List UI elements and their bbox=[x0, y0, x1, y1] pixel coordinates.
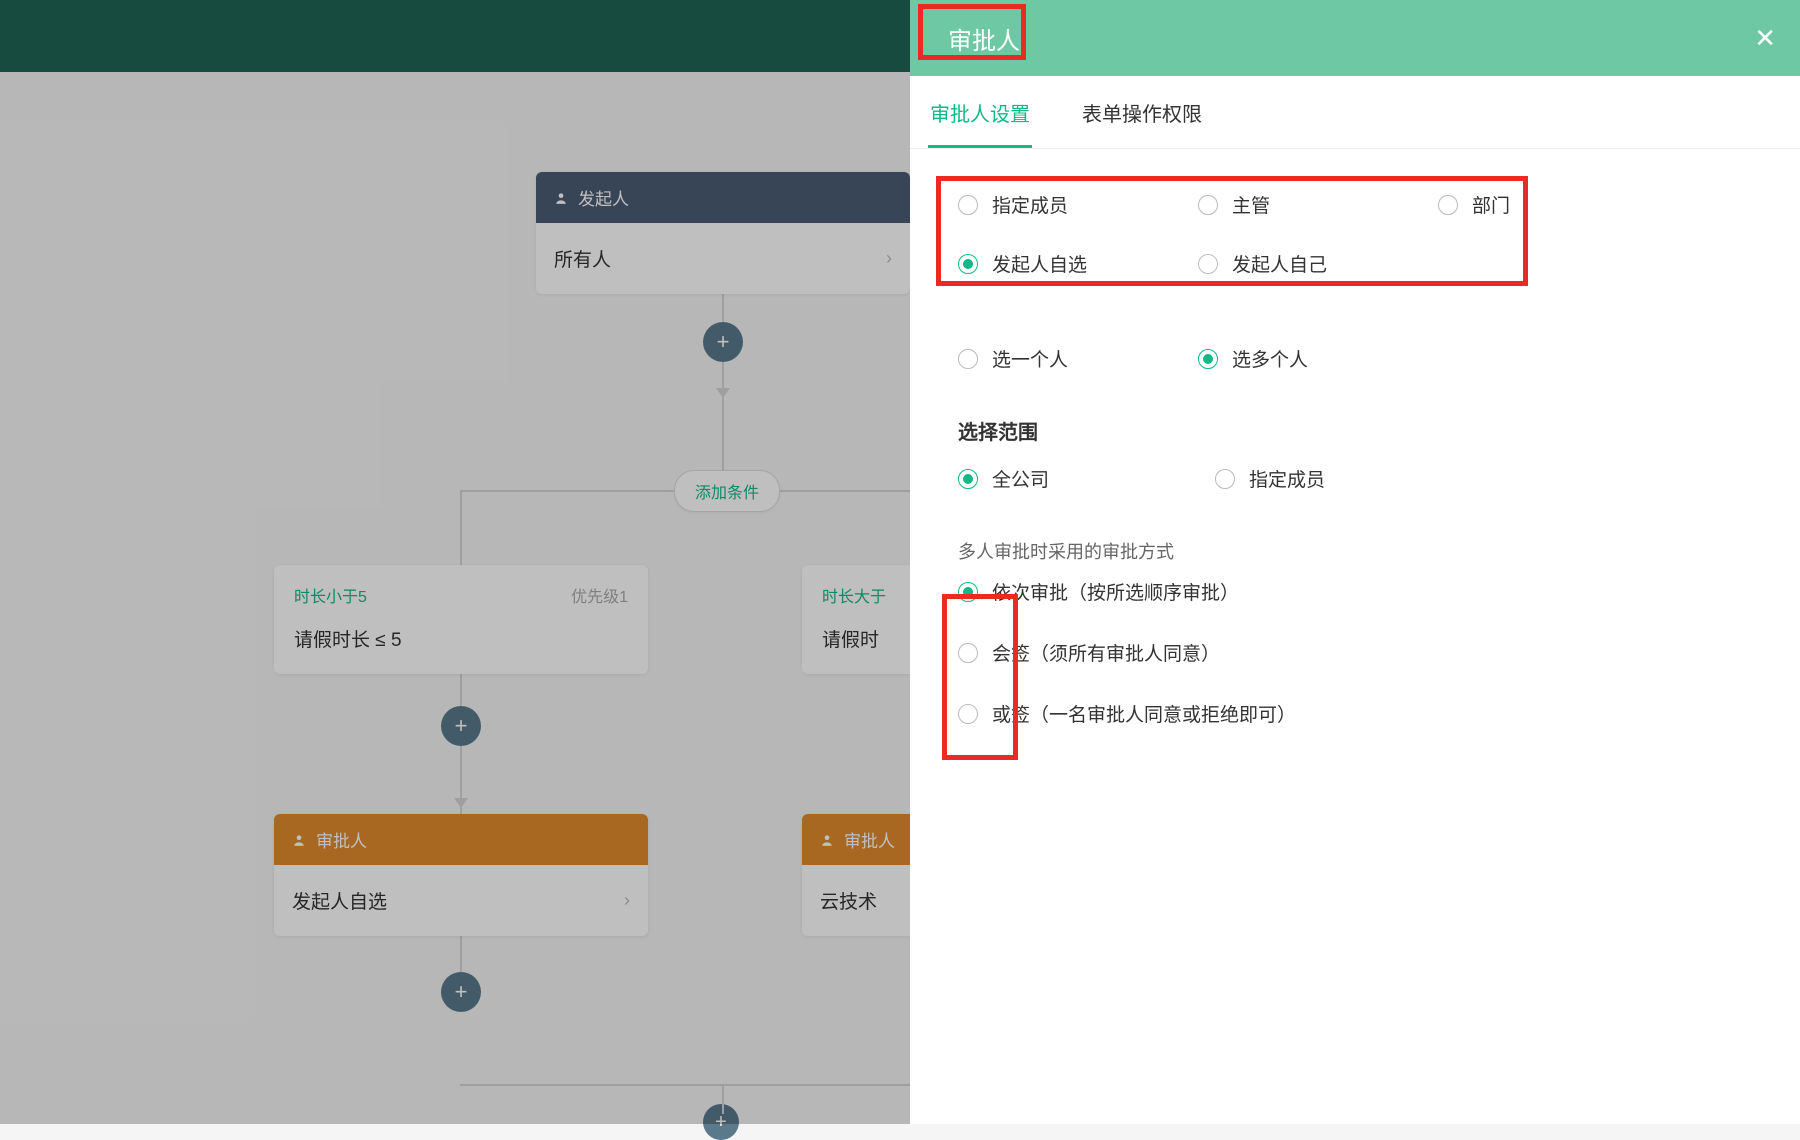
approver-card-left[interactable]: 审批人 发起人自选 › bbox=[274, 814, 648, 936]
radio-label: 全公司 bbox=[992, 465, 1049, 492]
close-icon[interactable]: ✕ bbox=[1754, 23, 1776, 54]
radio-icon bbox=[958, 582, 978, 602]
radio-icon bbox=[958, 349, 978, 369]
add-node-button[interactable]: + bbox=[441, 706, 481, 746]
user-icon bbox=[292, 833, 306, 847]
approver-left-body-label: 发起人自选 bbox=[292, 887, 387, 914]
add-node-button[interactable]: + bbox=[703, 1104, 739, 1140]
radio-initiator-self[interactable]: 发起人自己 bbox=[1198, 250, 1428, 277]
approver-right-body-label: 云技术 bbox=[820, 887, 877, 914]
approver-settings-panel: 审批人 ✕ 审批人设置 表单操作权限 指定成员 主管 部门 发起人自选 bbox=[910, 0, 1800, 1124]
radio-icon bbox=[958, 254, 978, 274]
multi-mode-group: 依次审批（按所选顺序审批） 会签（须所有审批人同意） 或签（一名审批人同意或拒绝… bbox=[954, 578, 1756, 727]
add-node-button[interactable]: + bbox=[441, 972, 481, 1012]
radio-sequential[interactable]: 依次审批（按所选顺序审批） bbox=[958, 578, 1756, 605]
approver-right-header-label: 审批人 bbox=[844, 827, 895, 852]
approver-type-group: 指定成员 主管 部门 发起人自选 发起人自己 bbox=[954, 177, 1756, 295]
panel-tabs: 审批人设置 表单操作权限 bbox=[910, 76, 1800, 149]
radio-icon bbox=[958, 469, 978, 489]
radio-icon bbox=[958, 704, 978, 724]
tab-form-permissions[interactable]: 表单操作权限 bbox=[1080, 76, 1204, 148]
radio-label: 发起人自己 bbox=[1232, 250, 1327, 277]
tab-approver-settings[interactable]: 审批人设置 bbox=[928, 76, 1032, 148]
initiator-body-label: 所有人 bbox=[554, 245, 611, 272]
radio-icon bbox=[1438, 195, 1458, 215]
connector-line bbox=[722, 1084, 724, 1114]
condition-left-body: 请假时长 ≤ 5 bbox=[294, 625, 628, 652]
radio-scope-all[interactable]: 全公司 bbox=[958, 465, 1049, 492]
initiator-header: 发起人 bbox=[536, 172, 910, 223]
radio-icon bbox=[1198, 195, 1218, 215]
radio-scope-specific[interactable]: 指定成员 bbox=[1215, 465, 1325, 492]
condition-left-title: 时长小于5 bbox=[294, 583, 367, 607]
radio-label: 指定成员 bbox=[1249, 465, 1325, 492]
condition-right-title: 时长大于 bbox=[822, 583, 886, 607]
radio-orsign[interactable]: 或签（一名审批人同意或拒绝即可） bbox=[958, 700, 1756, 727]
radio-icon bbox=[1215, 469, 1235, 489]
chevron-right-icon: › bbox=[886, 248, 892, 269]
radio-label: 指定成员 bbox=[992, 191, 1068, 218]
radio-label: 部门 bbox=[1472, 191, 1510, 218]
radio-select-one[interactable]: 选一个人 bbox=[958, 345, 1068, 372]
radio-icon bbox=[1198, 349, 1218, 369]
chevron-right-icon: › bbox=[624, 890, 630, 911]
radio-select-many[interactable]: 选多个人 bbox=[1198, 345, 1308, 372]
multi-mode-heading: 多人审批时采用的审批方式 bbox=[958, 538, 1756, 564]
radio-specific-member[interactable]: 指定成员 bbox=[958, 191, 1188, 218]
arrow-down-icon bbox=[454, 798, 468, 808]
add-node-button[interactable]: + bbox=[703, 322, 743, 362]
radio-department[interactable]: 部门 bbox=[1438, 191, 1588, 218]
user-icon bbox=[820, 833, 834, 847]
radio-label: 选一个人 bbox=[992, 345, 1068, 372]
arrow-down-icon bbox=[716, 388, 730, 398]
radio-icon bbox=[958, 195, 978, 215]
approver-left-header-label: 审批人 bbox=[316, 827, 367, 852]
radio-label: 发起人自选 bbox=[992, 250, 1087, 277]
panel-header: 审批人 ✕ bbox=[910, 0, 1800, 76]
add-condition-button[interactable]: 添加条件 bbox=[674, 470, 780, 512]
radio-label: 主管 bbox=[1232, 191, 1270, 218]
radio-initiator-pick[interactable]: 发起人自选 bbox=[958, 250, 1188, 277]
panel-title: 审批人 bbox=[934, 11, 1034, 66]
radio-label: 依次审批（按所选顺序审批） bbox=[992, 578, 1239, 605]
radio-label: 选多个人 bbox=[1232, 345, 1308, 372]
initiator-card[interactable]: 发起人 所有人 › bbox=[536, 172, 910, 294]
radio-icon bbox=[958, 643, 978, 663]
condition-left-priority: 优先级1 bbox=[571, 583, 628, 607]
approver-left-header: 审批人 bbox=[274, 814, 648, 865]
condition-card-left[interactable]: 时长小于5 优先级1 请假时长 ≤ 5 bbox=[274, 565, 648, 674]
radio-label: 或签（一名审批人同意或拒绝即可） bbox=[992, 700, 1296, 727]
radio-countersign[interactable]: 会签（须所有审批人同意） bbox=[958, 639, 1756, 666]
radio-icon bbox=[1198, 254, 1218, 274]
scope-group: 全公司 指定成员 bbox=[954, 465, 1756, 492]
scope-heading: 选择范围 bbox=[958, 416, 1756, 445]
initiator-header-label: 发起人 bbox=[578, 185, 629, 210]
add-condition-label: 添加条件 bbox=[695, 485, 759, 502]
panel-body: 指定成员 主管 部门 发起人自选 发起人自己 选一个人 bbox=[910, 149, 1800, 755]
radio-label: 会签（须所有审批人同意） bbox=[992, 639, 1220, 666]
select-mode-group: 选一个人 选多个人 bbox=[958, 345, 1756, 372]
user-icon bbox=[554, 191, 568, 205]
radio-supervisor[interactable]: 主管 bbox=[1198, 191, 1428, 218]
